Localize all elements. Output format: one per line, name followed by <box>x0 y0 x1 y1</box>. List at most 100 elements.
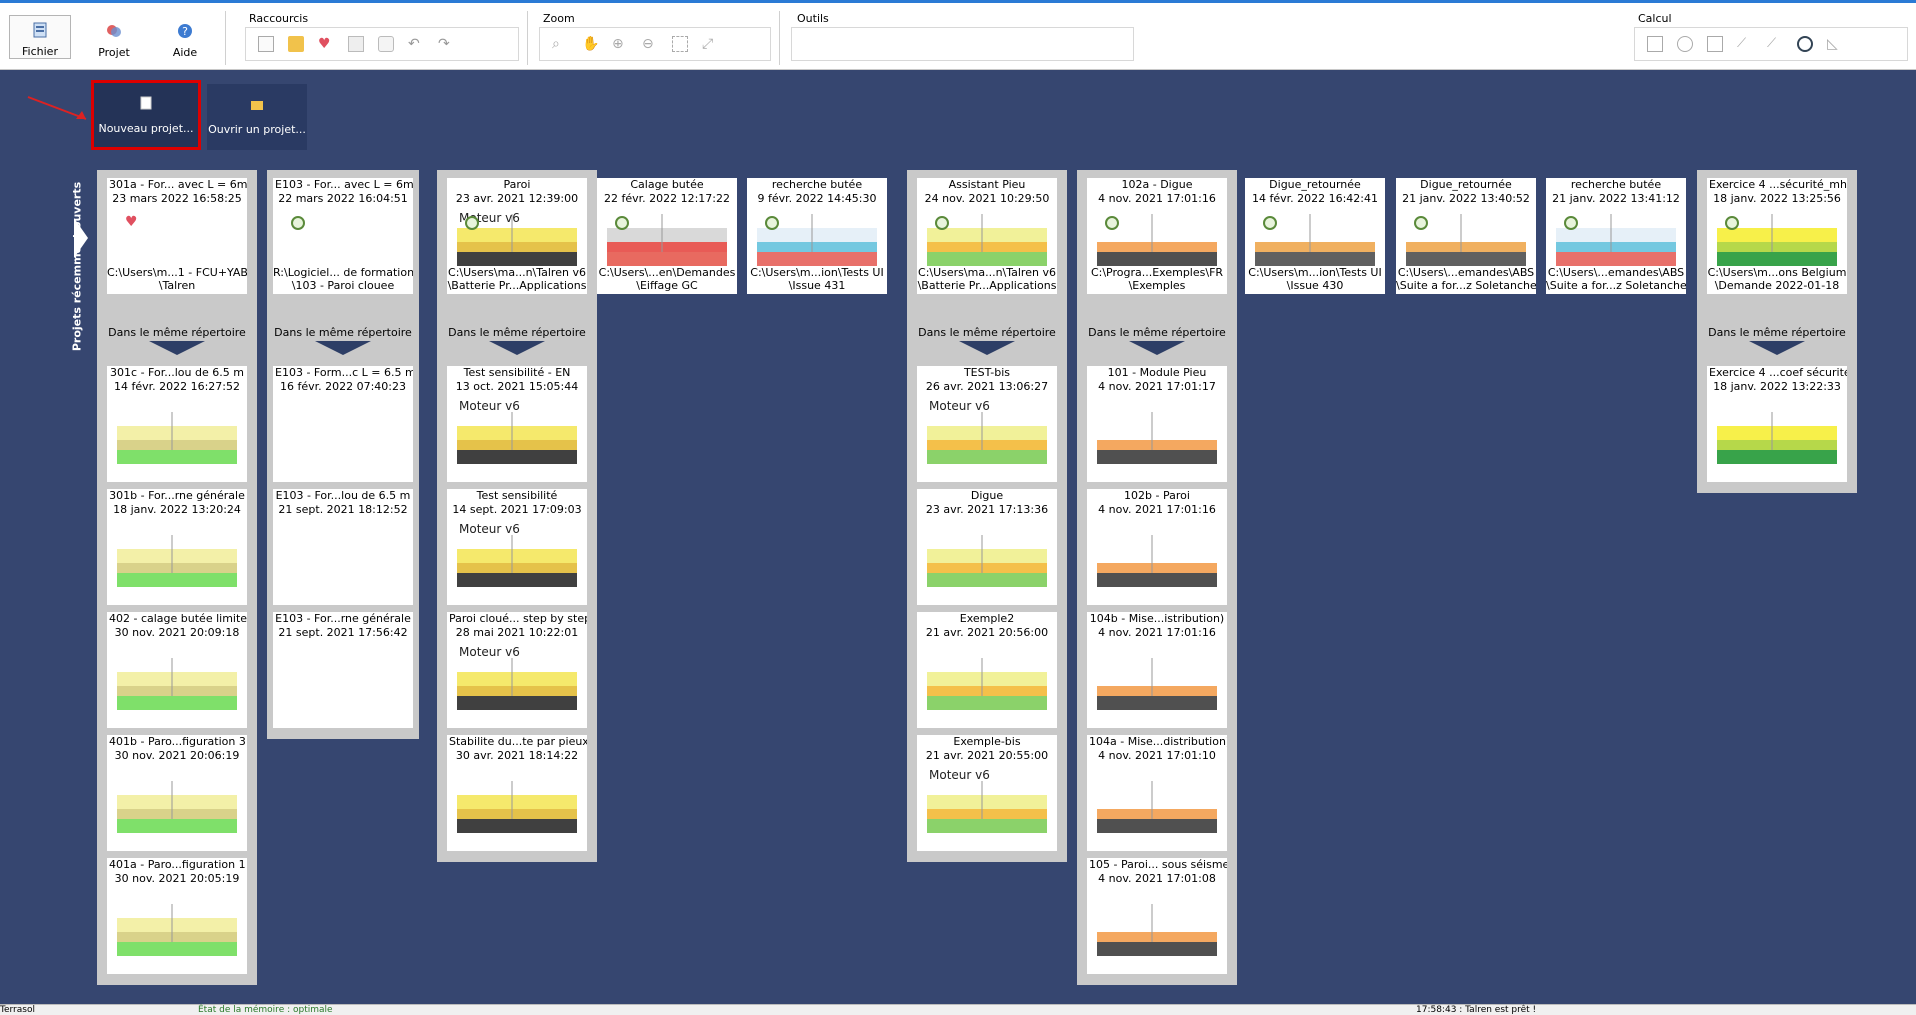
open-folder-icon[interactable] <box>288 36 304 52</box>
zoom-fit-icon[interactable]: ⌕ <box>552 36 568 52</box>
same-directory-card[interactable]: 102b - Paroi 4 nov. 2021 17:01:16 <box>1087 489 1227 605</box>
zoom-reset-icon[interactable]: ⤢ <box>702 36 718 52</box>
recent-project-card[interactable]: recherche butée 21 janv. 2022 13:41:12 C:\… <box>1546 178 1686 294</box>
open-project-button[interactable]: Ouvrir un projet... <box>207 84 307 150</box>
new-project-button[interactable]: Nouveau projet... <box>91 80 201 150</box>
zoom-pan-icon[interactable]: ✋ <box>582 36 599 52</box>
same-directory-card[interactable]: 401a - Paro...figuration 1 30 nov. 2021 2… <box>107 858 247 974</box>
recent-project-card[interactable]: Exercice 4 ...sécurité_mhu 18 janv. 2022 … <box>1707 178 1847 294</box>
recent-project-card[interactable]: Calage butée 22 févr. 2022 12:17:22 C:\Use… <box>597 178 737 294</box>
project-path: C:\Users\m...ion\Tests UI \Issue 431 <box>747 267 887 292</box>
project-thumbnail <box>117 535 237 587</box>
projet-button[interactable]: Projet <box>84 15 144 59</box>
favorite-icon[interactable]: ♥ <box>318 36 334 52</box>
same-directory-card[interactable]: 301c - For...lou de 6.5 m 14 févr. 2022 1… <box>107 366 247 482</box>
recent-project-card[interactable]: Assistant Pieu 24 nov. 2021 10:29:50 C:\Us… <box>917 178 1057 294</box>
project-title: 105 - Paroi... sous séisme <box>1089 858 1227 871</box>
new-file-icon[interactable] <box>258 36 274 52</box>
project-date: 9 févr. 2022 14:45:30 <box>757 191 877 205</box>
recent-project-card[interactable]: 102a - Digue 4 nov. 2021 17:01:16 C:\Progr… <box>1087 178 1227 294</box>
expand-chevron-icon[interactable] <box>959 341 1015 355</box>
project-date: 4 nov. 2021 17:01:16 <box>1098 191 1216 205</box>
project-path: C:\Users\m...ons Belgium \Demande 2022-01… <box>1707 267 1847 292</box>
save-icon[interactable] <box>348 36 364 52</box>
project-path: C:\Users\m...ion\Tests UI \Issue 430 <box>1245 267 1385 292</box>
same-directory-card[interactable]: Exemple-bis 21 avr. 2021 20:55:00 Moteur v… <box>917 735 1057 851</box>
expand-chevron-icon[interactable] <box>315 341 371 355</box>
recent-projects-sidebar[interactable]: Projets récemment ouverts <box>52 150 84 400</box>
same-directory-card[interactable]: E103 - For...lou de 6.5 m 21 sept. 2021 1… <box>273 489 413 605</box>
recent-project-card[interactable]: Paroi 23 avr. 2021 12:39:00 Moteur v6 C:\Us… <box>447 178 587 294</box>
zoom-in-icon[interactable]: ⊕ <box>612 36 628 52</box>
same-directory-label[interactable]: Dans le même répertoire <box>273 326 413 339</box>
recent-project-card[interactable]: recherche butée 9 févr. 2022 14:45:30 C:\U… <box>747 178 887 294</box>
zoom-window-icon[interactable] <box>672 36 688 52</box>
zoom-group: ⌕ ✋ ⊕ ⊖ ⤢ <box>539 27 771 61</box>
project-date: 13 oct. 2021 15:05:44 <box>455 379 579 393</box>
project-path-line: \Talren <box>158 278 196 292</box>
same-directory-card[interactable]: 301b - For...rne générale 18 janv. 2022 1… <box>107 489 247 605</box>
same-directory-card[interactable]: 105 - Paroi... sous séisme 4 nov. 2021 17… <box>1087 858 1227 974</box>
same-directory-label[interactable]: Dans le même répertoire <box>107 326 247 339</box>
project-thumbnail <box>457 412 577 464</box>
project-thumbnail <box>1717 412 1837 464</box>
aide-button[interactable]: ? Aide <box>155 15 215 59</box>
same-directory-card[interactable]: 104a - Mise...distribution) 4 nov. 2021 1… <box>1087 735 1227 851</box>
project-path: C:\Users\...emandes\ABS \Suite a for...z … <box>1546 267 1686 292</box>
expand-chevron-icon[interactable] <box>489 341 545 355</box>
redo-icon[interactable]: ↷ <box>438 36 454 52</box>
calc-chart-icon[interactable]: ⟋ <box>1737 36 1753 52</box>
same-directory-card[interactable]: Stabilite du...te par pieux 30 avr. 2021 … <box>447 735 587 851</box>
expand-chevron-icon[interactable] <box>1749 341 1805 355</box>
calc-run-icon[interactable] <box>1677 36 1693 52</box>
project-title: Exemple2 <box>959 612 1015 625</box>
same-directory-label[interactable]: Dans le même répertoire <box>1087 326 1227 339</box>
project-title: Digue_retournée <box>1420 178 1512 191</box>
same-directory-label[interactable]: Dans le même répertoire <box>447 326 587 339</box>
calc-triangle-icon[interactable]: ◺ <box>1827 36 1843 52</box>
project-thumbnail <box>1097 658 1217 710</box>
project-date: 22 févr. 2022 12:17:22 <box>603 191 731 205</box>
project-date: 16 févr. 2022 07:40:23 <box>279 379 407 393</box>
same-directory-card[interactable]: Exemple2 21 avr. 2021 20:56:00 <box>917 612 1057 728</box>
same-directory-card[interactable]: TEST-bis 26 avr. 2021 13:06:27 Moteur v6 <box>917 366 1057 482</box>
same-directory-card[interactable]: 104b - Mise...istribution) 4 nov. 2021 17… <box>1087 612 1227 728</box>
calc-settings-icon[interactable] <box>1647 36 1663 52</box>
fichier-button[interactable]: Fichier <box>9 15 71 59</box>
same-directory-card[interactable]: 101 - Module Pieu 4 nov. 2021 17:01:17 <box>1087 366 1227 482</box>
recent-project-card[interactable]: Digue_retournée 21 janv. 2022 13:40:52 C:\… <box>1396 178 1536 294</box>
same-directory-card[interactable]: E103 - Form...c L = 6.5 m 16 févr. 2022 0… <box>273 366 413 482</box>
recent-project-card[interactable]: Digue_retournée 14 févr. 2022 16:42:41 C:\… <box>1245 178 1385 294</box>
same-directory-card[interactable]: Exercice 4 ...coef sécurité 18 janv. 2022… <box>1707 366 1847 482</box>
project-title: Paroi <box>503 178 531 191</box>
expand-chevron-icon[interactable] <box>1129 341 1185 355</box>
calc-slope-icon[interactable]: ⟋ <box>1767 36 1783 52</box>
sidebar-label: Projets récemment ouverts <box>70 181 84 352</box>
same-directory-card[interactable]: E103 - For...rne générale 21 sept. 2021 1… <box>273 612 413 728</box>
expand-chevron-icon[interactable] <box>149 341 205 355</box>
sidebar-expand-icon[interactable] <box>74 218 88 258</box>
project-status-icon <box>1725 216 1739 230</box>
same-directory-card[interactable]: 401b - Paro...figuration 3 30 nov. 2021 2… <box>107 735 247 851</box>
project-path: C:\Users\ma...n\Talren v6 \Batterie Pr...… <box>447 267 587 292</box>
recent-project-card[interactable]: E103 - For... avec L = 6m 22 mars 2022 16… <box>273 178 413 294</box>
same-directory-card[interactable]: Test sensibilité - EN 13 oct. 2021 15:05:… <box>447 366 587 482</box>
same-directory-label[interactable]: Dans le même répertoire <box>917 326 1057 339</box>
zoom-out-icon[interactable]: ⊖ <box>642 36 658 52</box>
favorite-heart-icon[interactable]: ♥ <box>125 215 138 228</box>
same-directory-label[interactable]: Dans le même répertoire <box>1707 326 1847 339</box>
calc-seismic-icon[interactable] <box>1797 36 1813 52</box>
recent-projects-area: Projets récemment ouverts Nouveau projet… <box>0 70 1916 1004</box>
raccourcis-group: ♥ ↶ ↷ <box>245 27 519 61</box>
project-title: 301a - For... avec L = 6m <box>109 178 247 191</box>
project-title: 104b - Mise...istribution) <box>1089 612 1225 625</box>
same-directory-card[interactable]: Paroi cloué... step by step 28 mai 2021 1… <box>447 612 587 728</box>
same-directory-card[interactable]: Digue 23 avr. 2021 17:13:36 <box>917 489 1057 605</box>
same-directory-card[interactable]: Test sensibilité 14 sept. 2021 17:09:03 Mo… <box>447 489 587 605</box>
recent-project-card[interactable]: 301a - For... avec L = 6m 23 mars 2022 16… <box>107 178 247 294</box>
same-directory-card[interactable]: 402 - calage butée limite 30 nov. 2021 20… <box>107 612 247 728</box>
project-thumbnail <box>927 412 1047 464</box>
undo-icon[interactable]: ↶ <box>408 36 424 52</box>
calc-batch-icon[interactable] <box>1707 36 1723 52</box>
print-icon[interactable] <box>378 36 394 52</box>
